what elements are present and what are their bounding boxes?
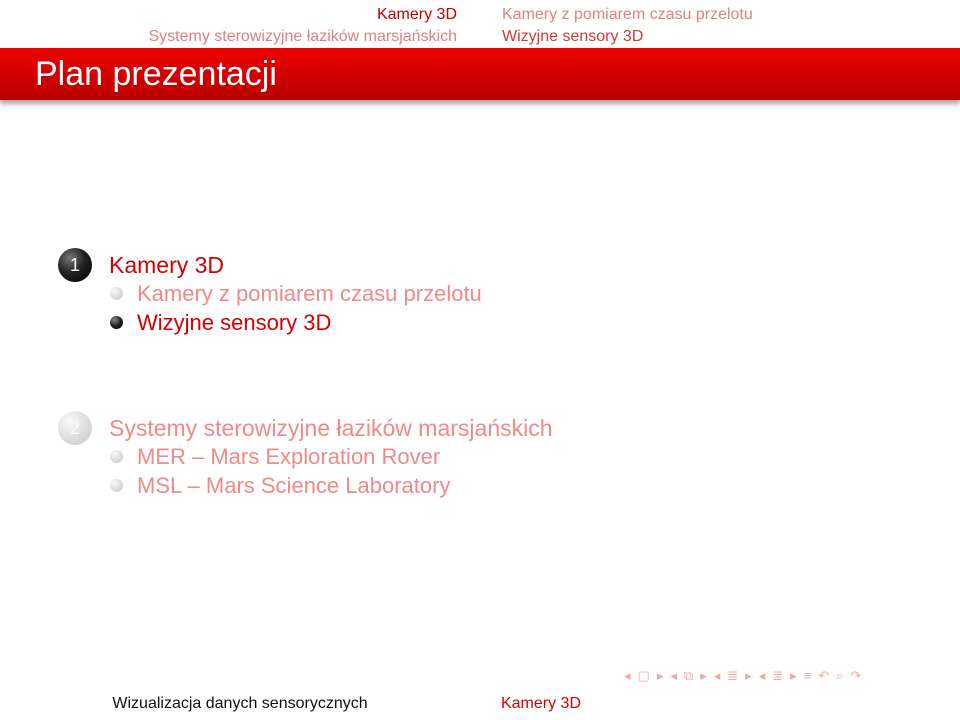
section-number-ball: 2: [58, 411, 92, 445]
search-icon[interactable]: ⌕: [836, 667, 843, 685]
footer-presentation-title: Wizualizacja danych sensorycznych: [112, 695, 368, 712]
header-subsection-link-wizyjne[interactable]: Wizyjne sensory 3D: [502, 26, 753, 48]
first-slide-icon[interactable]: ◂: [624, 667, 631, 685]
next-section-icon[interactable]: ▸: [745, 667, 752, 685]
ball-bullet-icon: [110, 450, 123, 463]
header-section-list: Kamery 3D Systemy sterowizyjne łazików m…: [148, 4, 457, 48]
section-number-ball: 1: [58, 248, 92, 282]
next-part-icon[interactable]: ▸: [790, 667, 797, 685]
prev-subsection-icon[interactable]: ◂: [670, 667, 677, 685]
toc-subsection-label: MER – Mars Exploration Rover: [137, 444, 441, 469]
prev-section-icon[interactable]: ◂: [714, 667, 721, 685]
subsection-icon[interactable]: ⧉: [684, 667, 693, 685]
ball-bullet-icon: [110, 287, 123, 300]
toc-subsection-label: MSL – Mars Science Laboratory: [137, 473, 451, 498]
ball-bullet-icon: [110, 316, 123, 329]
next-frame-icon[interactable]: ▸: [657, 667, 664, 685]
toc-subsection-label: Wizyjne sensory 3D: [137, 310, 332, 335]
part-icon[interactable]: ≣: [772, 667, 783, 685]
toc-section-title[interactable]: Kamery 3D: [109, 251, 224, 279]
toc-subsection-label: Kamery z pomiarem czasu przelotu: [137, 281, 482, 306]
ball-bullet-icon: [110, 479, 123, 492]
header-subsection-list: Kamery z pomiarem czasu przelotu Wizyjne…: [502, 4, 753, 48]
footer-section-title: Kamery 3D: [500, 695, 582, 712]
toc-section-title[interactable]: Systemy sterowizyjne łazików marsjańskic…: [109, 414, 553, 442]
header-subsection-link-tof[interactable]: Kamery z pomiarem czasu przelotu: [502, 4, 753, 26]
frame-title: Plan prezentacji: [35, 55, 277, 93]
back-icon[interactable]: ↶: [818, 667, 829, 685]
toc-icon[interactable]: ≡: [804, 667, 812, 685]
frame-icon[interactable]: ▢: [638, 667, 650, 685]
beamer-header-navigation: Kamery 3D Systemy sterowizyjne łazików m…: [0, 0, 960, 48]
header-section-link-kamery-3d[interactable]: Kamery 3D: [148, 4, 457, 26]
beamer-navigation-symbols: ◂ ▢ ▸ ◂ ⧉ ▸ ◂ ≣ ▸ ◂ ≣ ▸ ≡ ↶ ⌕ ↷: [624, 667, 861, 685]
next-subsection-icon[interactable]: ▸: [700, 667, 707, 685]
section-icon[interactable]: ≣: [727, 667, 738, 685]
forward-icon[interactable]: ↷: [850, 667, 861, 685]
prev-part-icon[interactable]: ◂: [759, 667, 766, 685]
header-section-link-systemy[interactable]: Systemy sterowizyjne łazików marsjańskic…: [148, 26, 457, 48]
